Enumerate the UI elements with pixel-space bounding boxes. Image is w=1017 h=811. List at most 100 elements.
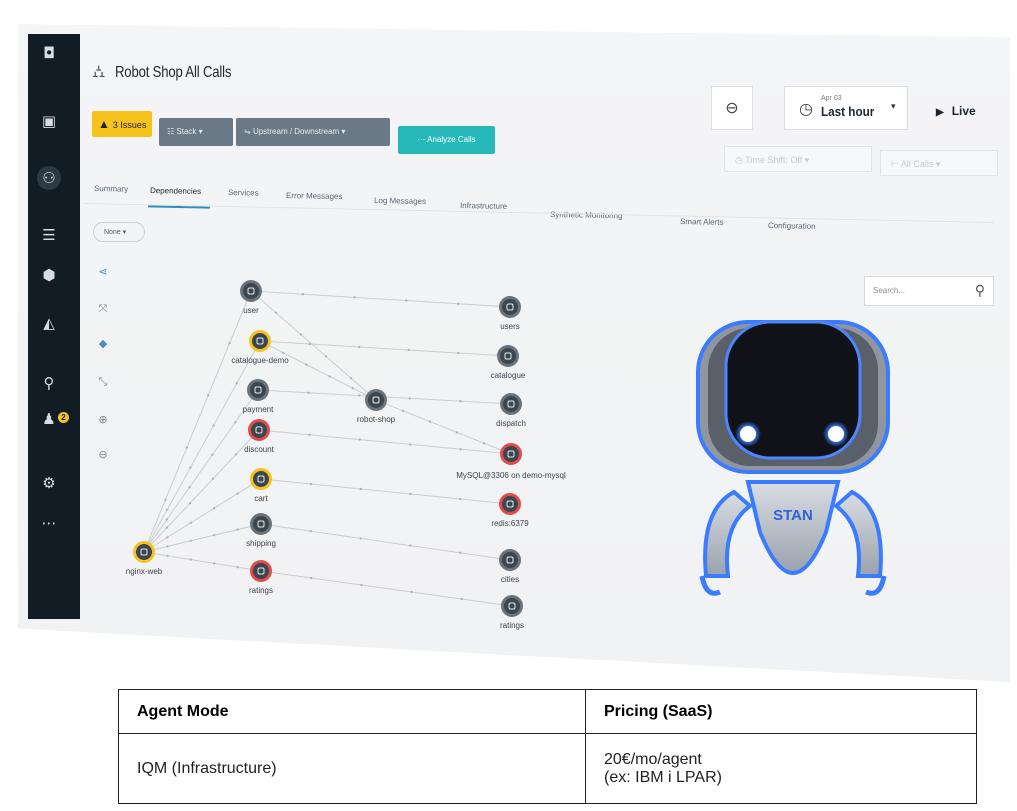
edge-dot (482, 442, 486, 445)
edge-dot (301, 293, 304, 296)
graph-edge (143, 340, 261, 553)
edge-dot (185, 446, 188, 449)
edge-dot (459, 551, 462, 554)
edge-dot (309, 530, 312, 533)
node-label: ratings (249, 586, 273, 595)
pricing-table: Agent Mode Pricing (SaaS) IQM (Infrastru… (118, 688, 977, 804)
graph-node-ratings-db[interactable]: ratings (500, 595, 524, 630)
edge-dot (457, 302, 460, 305)
edge-dot (353, 296, 356, 299)
edge-dot (234, 421, 237, 424)
graph-edge (260, 570, 513, 607)
edge-dot (359, 537, 362, 540)
graph-node-cart[interactable]: cart (250, 468, 272, 503)
graph-edge (260, 523, 511, 561)
node-body (253, 563, 269, 579)
edge-dot (309, 482, 312, 486)
edge-dot (401, 409, 405, 412)
node-body (243, 283, 259, 299)
node-body (253, 471, 269, 487)
edge-dot (459, 448, 462, 451)
edge-dot (358, 345, 361, 349)
edge-dot (189, 558, 192, 561)
graph-edge (250, 290, 511, 308)
edge-dot (405, 299, 408, 302)
node-label: users (500, 322, 520, 331)
graph-node-ratings-svc[interactable]: ratings (249, 560, 273, 595)
edge-dot (207, 394, 210, 397)
edge-dot (328, 375, 331, 378)
edge-dot (234, 453, 238, 456)
edge-dot (213, 534, 216, 537)
edge-dot (164, 498, 167, 501)
graph-edge (143, 523, 262, 553)
edge-dot (165, 526, 169, 529)
graph-node-user[interactable]: user (240, 280, 262, 315)
graph-node-cities[interactable]: cities (499, 549, 521, 584)
graph-node-nginx-web[interactable]: nginx-web (126, 541, 163, 576)
graph-node-discount[interactable]: discount (244, 419, 275, 454)
edge-dot (166, 508, 169, 511)
graph-node-payment[interactable]: payment (243, 379, 274, 414)
node-label: shipping (246, 539, 276, 548)
node-body (250, 382, 266, 398)
node-body (504, 598, 520, 614)
edge-dot (228, 342, 231, 345)
edge-dot (166, 536, 169, 539)
graph-edge (143, 389, 259, 553)
edge-dot (235, 382, 238, 385)
graph-node-dispatch[interactable]: dispatch (496, 393, 526, 428)
node-body (252, 333, 268, 349)
edge-dot (455, 431, 459, 434)
graph-edge (260, 478, 511, 505)
node-body (502, 496, 518, 512)
node-body (136, 544, 152, 560)
graph-node-mysql[interactable]: MySQL@3306 on demo-mysql (456, 443, 566, 480)
edge-dot (408, 397, 411, 400)
cell-pricing: 20€/mo/agent (ex: IBM i LPAR) (585, 733, 977, 804)
graph-edge (258, 429, 512, 455)
graph-node-redis[interactable]: redis:6379 (491, 493, 529, 528)
edge-dot (166, 545, 169, 548)
node-body (502, 299, 518, 315)
node-label: ratings (500, 621, 524, 630)
edge-dot (236, 566, 239, 569)
edge-dot (236, 528, 239, 531)
edge-dot (324, 355, 328, 358)
graph-node-users[interactable]: users (499, 296, 521, 331)
header-agent-mode: Agent Mode (118, 688, 586, 735)
edge-dot (188, 486, 191, 489)
graph-node-catalogue-demo[interactable]: catalogue-demo (231, 330, 289, 365)
graph-node-robot-shop[interactable]: robot-shop (357, 389, 396, 424)
node-body (503, 396, 519, 412)
edge-dot (308, 342, 311, 346)
graph-edge (259, 340, 509, 357)
node-label: discount (244, 445, 275, 454)
node-label: catalogue (491, 371, 526, 380)
edge-dot (189, 539, 192, 542)
node-label: MySQL@3306 on demo-mysql (456, 471, 566, 480)
edge-dot (307, 391, 310, 394)
node-label: dispatch (496, 419, 526, 428)
stan-mascot: STAN (696, 320, 890, 596)
edge-dot (274, 311, 278, 314)
edge-dot (409, 443, 412, 446)
node-body (251, 422, 267, 438)
edge-dot (358, 394, 361, 397)
edge-dot (360, 583, 363, 587)
edge-dot (213, 562, 216, 565)
graph-nodes: nginx-web user catalogue-demo payment discou… (126, 280, 566, 630)
node-body (503, 446, 519, 462)
graph-node-catalogue[interactable]: catalogue (491, 345, 526, 380)
edge-dot (308, 433, 311, 436)
edge-dot (166, 554, 169, 557)
edge-dot (460, 597, 463, 601)
node-body (368, 392, 384, 408)
node-body (253, 516, 269, 532)
edge-dot (236, 492, 239, 495)
edge-dot (305, 363, 308, 366)
edge-dot (189, 466, 192, 469)
graph-node-shipping[interactable]: shipping (246, 513, 276, 548)
price-value: 20€/mo/agent (604, 750, 702, 768)
edge-dot (349, 377, 353, 380)
